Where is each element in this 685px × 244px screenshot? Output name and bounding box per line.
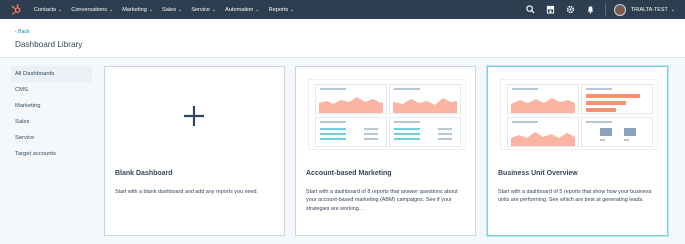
card-description: Start with a dashboard of 5 reports that… bbox=[498, 189, 652, 204]
account-name[interactable]: TRIALTA-TEST bbox=[631, 7, 668, 13]
preview-bar-chart bbox=[581, 84, 653, 114]
preview-area-chart bbox=[315, 84, 387, 114]
chevron-down-icon: ⌄ bbox=[178, 6, 183, 13]
search-icon[interactable] bbox=[525, 4, 537, 16]
top-navigation: Contacts ⌄ Conversations ⌄ Marketing ⌄ Sale… bbox=[0, 0, 685, 19]
sidebar-item-cms[interactable]: CMS bbox=[11, 82, 92, 98]
chevron-down-icon: ⌄ bbox=[109, 6, 114, 13]
card-title: Blank Dashboard bbox=[115, 170, 173, 177]
chevron-down-icon[interactable]: ⌄ bbox=[671, 7, 675, 13]
preview-area-chart bbox=[507, 117, 579, 147]
avatar[interactable] bbox=[613, 3, 626, 16]
sidebar-item-target-accounts[interactable]: Target accounts bbox=[11, 146, 92, 162]
nav-conversations[interactable]: Conversations ⌄ bbox=[71, 7, 113, 13]
sidebar-item-sales[interactable]: Sales bbox=[11, 114, 92, 130]
category-sidebar: All Dashboards CMS Marketing Sales Servi… bbox=[11, 66, 92, 162]
chevron-down-icon: ⌄ bbox=[148, 6, 154, 13]
card-description: Start with a dashboard of 8 reports that… bbox=[306, 189, 458, 212]
nav-reports[interactable]: Reports ⌄ bbox=[269, 7, 295, 13]
dashboard-preview-thumbnail bbox=[500, 79, 658, 150]
dashboard-card-business-unit-overview[interactable]: Business Unit Overview Start with a dash… bbox=[487, 66, 668, 236]
nav-divider bbox=[604, 3, 606, 16]
preview-area-chart bbox=[389, 84, 461, 114]
card-description: Start with a blank dashboard and add any… bbox=[115, 189, 258, 195]
hubspot-logo-icon[interactable] bbox=[4, 0, 28, 19]
preview-kpi-chart bbox=[581, 117, 653, 147]
marketplace-icon[interactable] bbox=[545, 4, 557, 16]
dashboard-preview-thumbnail bbox=[308, 79, 466, 150]
chevron-down-icon: ⌄ bbox=[255, 6, 260, 13]
page-header: ‹ Back Dashboard Library bbox=[0, 19, 685, 58]
sidebar-item-all-dashboards[interactable]: All Dashboards bbox=[11, 66, 92, 82]
dashboard-card-account-based-marketing[interactable]: Account-based Marketing Start with a das… bbox=[295, 66, 476, 236]
plus-icon bbox=[182, 104, 206, 128]
notifications-icon[interactable] bbox=[585, 4, 597, 16]
chevron-down-icon: ⌄ bbox=[290, 6, 295, 13]
page-title: Dashboard Library bbox=[15, 40, 83, 49]
sidebar-item-service[interactable]: Service bbox=[11, 130, 92, 146]
nav-contacts[interactable]: Contacts ⌄ bbox=[34, 7, 62, 13]
nav-sales[interactable]: Sales ⌄ bbox=[162, 7, 182, 13]
chevron-down-icon: ⌄ bbox=[58, 6, 63, 13]
nav-marketing[interactable]: Marketing ⌄ bbox=[122, 7, 153, 13]
preview-table bbox=[389, 117, 461, 147]
chevron-down-icon: ⌄ bbox=[211, 6, 217, 13]
preview-table bbox=[315, 117, 387, 147]
dashboard-card-blank[interactable]: Blank Dashboard Start with a blank dashb… bbox=[104, 66, 285, 236]
preview-area-chart bbox=[507, 84, 579, 114]
card-title: Business Unit Overview bbox=[498, 170, 578, 177]
nav-automation[interactable]: Automation ⌄ bbox=[225, 7, 260, 13]
nav-service[interactable]: Service ⌄ bbox=[191, 7, 216, 13]
card-title: Account-based Marketing bbox=[306, 170, 392, 177]
sidebar-item-marketing[interactable]: Marketing bbox=[11, 98, 92, 114]
back-link[interactable]: ‹ Back bbox=[15, 29, 30, 35]
settings-icon[interactable] bbox=[565, 4, 577, 16]
